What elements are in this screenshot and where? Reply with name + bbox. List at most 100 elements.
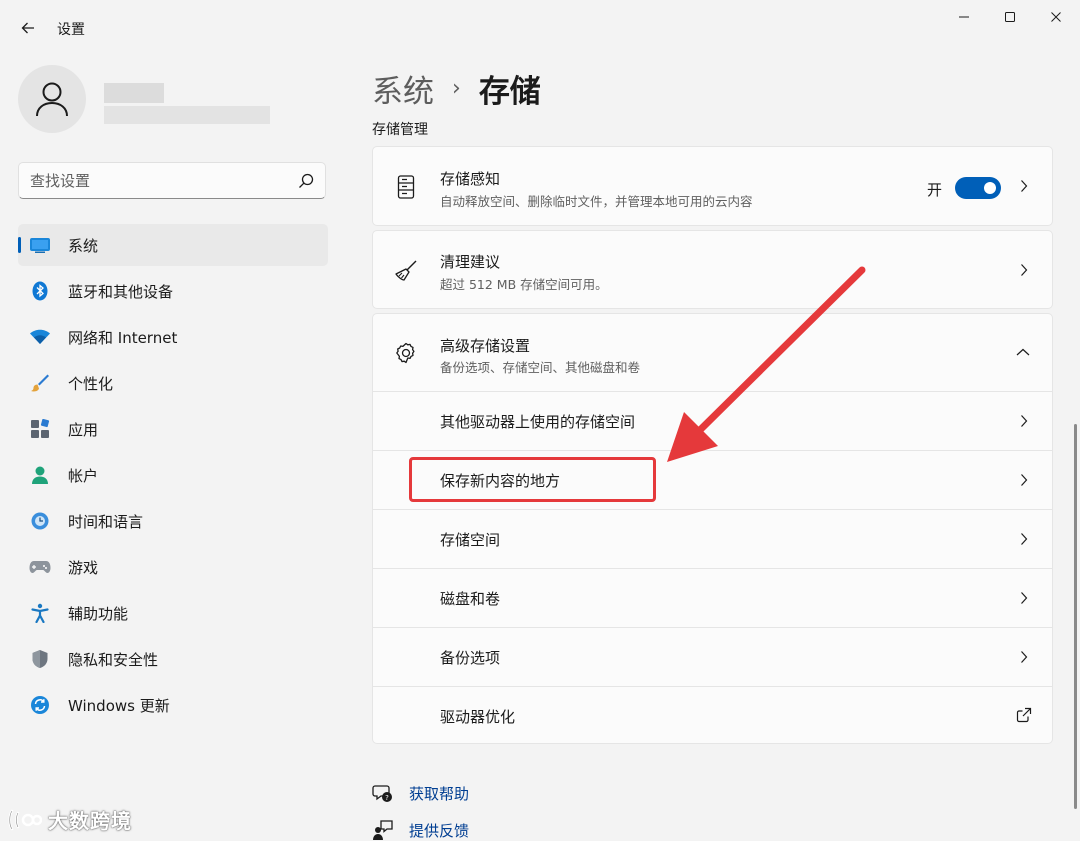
redacted-username xyxy=(104,83,164,103)
sidebar-item-label: 辅助功能 xyxy=(68,604,129,623)
row-label: 驱动器优化 xyxy=(440,708,516,726)
storage-sense-description: 自动释放空间、删除临时文件，并管理本地可用的云内容 xyxy=(440,194,753,209)
advanced-storage-title: 高级存储设置 xyxy=(440,337,531,355)
minimize-button[interactable] xyxy=(941,2,987,32)
wifi-icon xyxy=(28,325,52,349)
sidebar-item-privacy[interactable]: 隐私和安全性 xyxy=(18,638,328,680)
close-button[interactable] xyxy=(1033,2,1079,32)
search-box[interactable] xyxy=(18,162,326,199)
feedback-icon xyxy=(372,819,394,841)
give-feedback-link[interactable]: 提供反馈 xyxy=(372,817,572,841)
chevron-right-icon[interactable] xyxy=(1018,263,1030,277)
sidebar-item-windows-update[interactable]: Windows 更新 xyxy=(18,684,328,726)
toggle-knob xyxy=(984,182,996,194)
sidebar-item-label: 应用 xyxy=(68,420,99,439)
title-bar: 设置 xyxy=(0,0,1080,56)
apps-icon xyxy=(28,417,52,441)
advanced-storage-header[interactable]: 高级存储设置 备份选项、存储空间、其他磁盘和卷 xyxy=(373,314,1052,391)
watermark-text: 大数跨境 xyxy=(48,809,132,833)
advanced-storage-settings-card: 高级存储设置 备份选项、存储空间、其他磁盘和卷 其他驱动器上使用的存储空间 保存… xyxy=(372,313,1053,744)
section-heading: 存储管理 xyxy=(372,122,428,138)
sidebar-item-apps[interactable]: 应用 xyxy=(18,408,328,450)
windows-update-icon xyxy=(28,693,52,717)
cleanup-title: 清理建议 xyxy=(440,253,501,271)
chevron-right-icon[interactable] xyxy=(1018,179,1030,193)
chevron-right-icon xyxy=(1018,650,1030,664)
row-label: 存储空间 xyxy=(440,531,501,549)
redacted-email xyxy=(104,106,270,124)
close-icon xyxy=(1051,12,1061,22)
sidebar-item-bluetooth[interactable]: 蓝牙和其他设备 xyxy=(18,270,328,312)
row-label: 磁盘和卷 xyxy=(440,590,501,608)
gamepad-icon xyxy=(28,555,52,579)
get-help-label: 获取帮助 xyxy=(409,784,470,803)
advanced-storage-description: 备份选项、存储空间、其他磁盘和卷 xyxy=(440,360,641,375)
storage-sense-card[interactable]: 存储感知 自动释放空间、删除临时文件，并管理本地可用的云内容 开 xyxy=(372,146,1053,226)
breadcrumb: 系统 › 存储 xyxy=(372,66,541,110)
storage-spaces-row[interactable]: 存储空间 xyxy=(373,509,1052,568)
sidebar-item-label: 个性化 xyxy=(68,374,114,393)
breadcrumb-parent[interactable]: 系统 xyxy=(372,66,434,111)
back-arrow-icon xyxy=(21,22,34,34)
sidebar-item-label: 网络和 Internet xyxy=(68,328,178,347)
disks-volumes-row[interactable]: 磁盘和卷 xyxy=(373,568,1052,627)
back-button[interactable] xyxy=(14,14,42,42)
chevron-right-icon xyxy=(1018,532,1030,546)
external-link-icon xyxy=(1016,707,1032,723)
sidebar-item-gaming[interactable]: 游戏 xyxy=(18,546,328,588)
scrollbar-thumb[interactable] xyxy=(1074,424,1077,809)
sidebar-item-label: 帐户 xyxy=(68,466,99,485)
sidebar-item-network[interactable]: 网络和 Internet xyxy=(18,316,328,358)
brush-icon xyxy=(28,371,52,395)
help-icon: ? xyxy=(372,782,394,804)
sidebar-nav: 系统 蓝牙和其他设备 网络和 Internet 个性化 应用 帐户 时间和语言 … xyxy=(18,224,328,730)
sidebar-item-personalization[interactable]: 个性化 xyxy=(18,362,328,404)
cleanup-recommendations-card[interactable]: 清理建议 超过 512 MB 存储空间可用。 xyxy=(372,230,1053,309)
chevron-right-icon xyxy=(1018,473,1030,487)
backup-options-row[interactable]: 备份选项 xyxy=(373,627,1052,686)
chevron-up-icon[interactable] xyxy=(1016,345,1030,359)
accessibility-icon xyxy=(28,601,52,625)
avatar[interactable] xyxy=(18,65,86,133)
search-icon[interactable] xyxy=(297,172,315,190)
storage-drive-icon xyxy=(393,174,419,200)
sidebar-item-label: 蓝牙和其他设备 xyxy=(68,282,174,301)
sidebar-item-label: 隐私和安全性 xyxy=(68,650,159,669)
sidebar-item-accounts[interactable]: 帐户 xyxy=(18,454,328,496)
get-help-link[interactable]: ? 获取帮助 xyxy=(372,780,572,806)
other-drives-storage-row[interactable]: 其他驱动器上使用的存储空间 xyxy=(373,391,1052,450)
annotation-highlight-box xyxy=(409,457,656,502)
shield-icon xyxy=(28,647,52,671)
storage-sense-title: 存储感知 xyxy=(440,170,501,188)
maximize-button[interactable] xyxy=(987,2,1033,32)
cleanup-description: 超过 512 MB 存储空间可用。 xyxy=(440,277,608,292)
chevron-right-icon xyxy=(1018,591,1030,605)
row-label: 备份选项 xyxy=(440,649,501,667)
sidebar-item-label: Windows 更新 xyxy=(68,696,170,715)
drive-optimization-row[interactable]: 驱动器优化 xyxy=(373,686,1052,745)
time-language-icon xyxy=(28,509,52,533)
svg-text:?: ? xyxy=(385,794,389,802)
give-feedback-label: 提供反馈 xyxy=(409,821,470,840)
watermark-logo: 大数跨境 xyxy=(8,805,132,834)
watermark-icon xyxy=(8,809,42,830)
search-input[interactable] xyxy=(19,163,289,198)
sidebar-item-accessibility[interactable]: 辅助功能 xyxy=(18,592,328,634)
row-label: 其他驱动器上使用的存储空间 xyxy=(440,413,636,431)
user-icon xyxy=(36,82,68,117)
maximize-icon xyxy=(1005,12,1015,22)
sidebar-item-label: 游戏 xyxy=(68,558,99,577)
sidebar-item-time-language[interactable]: 时间和语言 xyxy=(18,500,328,542)
chevron-right-icon xyxy=(1018,414,1030,428)
bluetooth-icon xyxy=(28,279,52,303)
storage-sense-toggle[interactable] xyxy=(955,177,1001,199)
account-icon xyxy=(28,463,52,487)
sidebar-item-system[interactable]: 系统 xyxy=(18,224,328,266)
system-icon xyxy=(28,233,52,257)
minimize-icon xyxy=(959,16,969,18)
toggle-state-label: 开 xyxy=(926,181,942,199)
page-title: 存储 xyxy=(478,73,541,110)
gear-icon xyxy=(393,340,419,366)
broom-icon xyxy=(393,258,419,284)
breadcrumb-separator: › xyxy=(452,75,461,101)
